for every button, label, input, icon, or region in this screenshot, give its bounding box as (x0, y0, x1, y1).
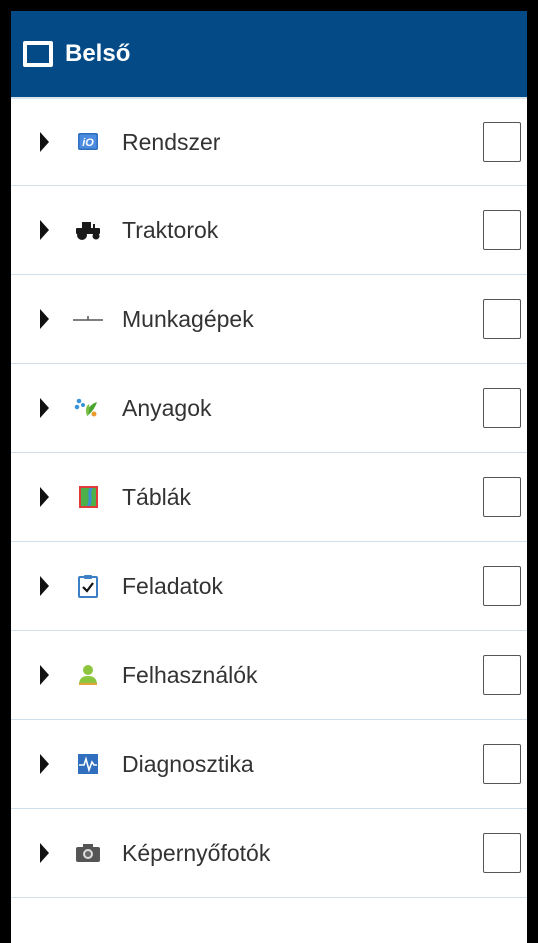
list-item-felhasznalok[interactable]: Felhasználók (11, 631, 527, 720)
tasks-clipboard-icon (71, 574, 105, 598)
item-label: Diagnosztika (122, 751, 254, 777)
list-item-kepernyofotok[interactable]: Képernyőfotók (11, 809, 527, 898)
expand-arrow-icon[interactable] (40, 576, 49, 596)
expand-arrow-icon[interactable] (40, 309, 49, 329)
expand-arrow-icon[interactable] (40, 665, 49, 685)
materials-icon (71, 396, 105, 420)
item-label: Képernyőfotók (122, 840, 271, 866)
list-item-diagnosztika[interactable]: Diagnosztika (11, 720, 527, 809)
item-label: Traktorok (122, 217, 219, 243)
list-item-feladatok[interactable]: Feladatok (11, 542, 527, 631)
expand-arrow-icon[interactable] (40, 220, 49, 240)
tractor-icon (71, 218, 105, 242)
select-all-checkbox[interactable] (23, 41, 53, 67)
item-checkbox[interactable] (483, 299, 521, 339)
svg-text:iO: iO (82, 137, 94, 149)
list-item-traktorok[interactable]: Traktorok (11, 186, 527, 275)
expand-arrow-icon[interactable] (40, 487, 49, 507)
list-item-tablak[interactable]: Táblák (11, 453, 527, 542)
item-label: Munkagépek (122, 306, 254, 332)
item-checkbox[interactable] (483, 477, 521, 517)
item-label: Anyagok (122, 395, 212, 421)
implement-icon (71, 307, 105, 331)
field-icon (71, 485, 105, 509)
expand-arrow-icon[interactable] (40, 398, 49, 418)
user-icon (71, 663, 105, 687)
item-checkbox[interactable] (483, 388, 521, 428)
item-checkbox[interactable] (483, 122, 521, 162)
item-label: Felhasználók (122, 662, 258, 688)
isobus-io-icon: iO (71, 130, 105, 154)
list-item-munkagepek[interactable]: Munkagépek (11, 275, 527, 364)
expand-arrow-icon[interactable] (40, 754, 49, 774)
item-checkbox[interactable] (483, 655, 521, 695)
list-item-anyagok[interactable]: Anyagok (11, 364, 527, 453)
item-checkbox[interactable] (483, 833, 521, 873)
header-title: Belső (65, 40, 131, 67)
diagnostics-pulse-icon (71, 752, 105, 776)
item-label: Feladatok (122, 573, 224, 599)
item-label: Rendszer (122, 129, 221, 155)
item-checkbox[interactable] (483, 744, 521, 784)
data-tree-panel: Belső iO Rendszer Traktorok Munkagépek A… (11, 11, 527, 943)
category-list: iO Rendszer Traktorok Munkagépek Anyagok… (11, 97, 527, 898)
camera-icon (71, 841, 105, 865)
header-bar: Belső (11, 11, 527, 97)
list-item-rendszer[interactable]: iO Rendszer (11, 97, 527, 186)
item-label: Táblák (122, 484, 192, 510)
expand-arrow-icon[interactable] (40, 843, 49, 863)
item-checkbox[interactable] (483, 566, 521, 606)
expand-arrow-icon[interactable] (40, 132, 49, 152)
item-checkbox[interactable] (483, 210, 521, 250)
